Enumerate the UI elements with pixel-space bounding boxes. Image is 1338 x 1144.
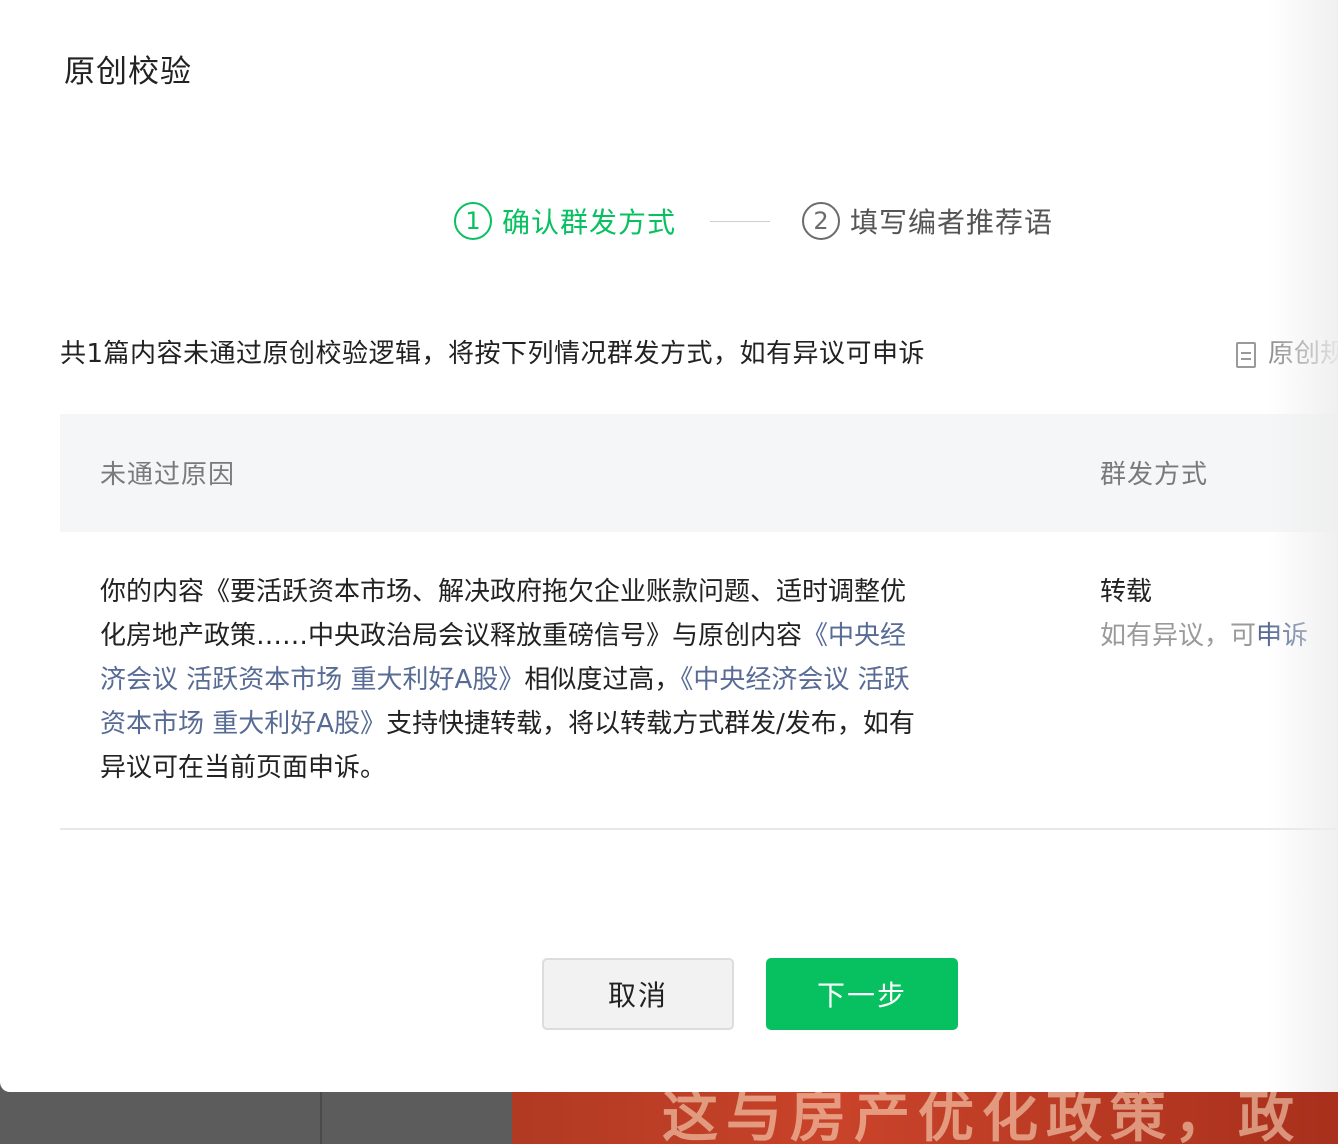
method-note-text: 如有异议，可 <box>1100 621 1257 651</box>
step-editor-recommendation: 2 填写编者推荐语 <box>802 201 1053 241</box>
step-connector <box>710 220 771 222</box>
step-number-1: 1 <box>454 202 492 240</box>
summary-text: 共1篇内容未通过原创校验逻辑，将按下列情况群发方式，如有异议可申诉 <box>60 339 926 369</box>
backdrop-divider <box>320 1090 322 1144</box>
reason-middle: 相似度过高， <box>524 665 681 695</box>
original-rules-link[interactable]: 原创规 <box>1236 333 1338 370</box>
step-number-2: 2 <box>802 202 841 240</box>
step-confirm-method: 1 确认群发方式 <box>454 201 676 241</box>
step-indicator: 1 确认群发方式 2 填写编者推荐语 <box>454 200 1053 242</box>
reason-cell: 你的内容《要活跃资本市场、解决政府拖欠企业账款问题、适时调整优化房地产政策……中… <box>100 570 920 790</box>
step-label-1: 确认群发方式 <box>502 206 677 239</box>
rules-link-label: 原创规 <box>1268 339 1338 369</box>
header-reason: 未通过原因 <box>100 460 236 490</box>
step-label-2: 填写编者推荐语 <box>850 206 1054 239</box>
table-row: 你的内容《要活跃资本市场、解决政府拖欠企业账款问题、适时调整优化房地产政策……中… <box>60 532 1338 830</box>
dialog-title: 原创校验 <box>64 54 192 90</box>
next-step-button[interactable]: 下一步 <box>766 958 958 1030</box>
original-check-dialog: 原创校验 1 确认群发方式 2 填写编者推荐语 共1篇内容未通过原创校验逻辑，将… <box>0 0 1338 1092</box>
document-icon <box>1236 341 1256 368</box>
method-note: 如有异议，可申诉 <box>1100 614 1308 658</box>
cancel-button[interactable]: 取消 <box>542 958 734 1030</box>
reason-prefix: 你的内容《要活跃资本市场、解决政府拖欠企业账款问题、适时调整优化房地产政策……中… <box>100 577 907 651</box>
method-value: 转载 <box>1100 577 1153 607</box>
table-header: 未通过原因 群发方式 <box>60 414 1338 532</box>
header-method: 群发方式 <box>1100 460 1209 490</box>
method-cell: 转载 如有异议，可申诉 <box>1100 570 1308 658</box>
appeal-link[interactable]: 申诉 <box>1256 621 1308 651</box>
